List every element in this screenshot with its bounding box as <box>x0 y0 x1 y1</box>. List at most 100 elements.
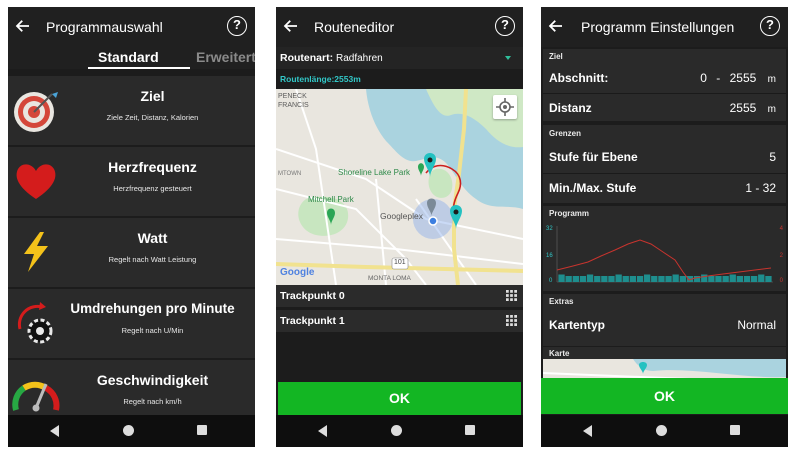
help-icon[interactable]: ? <box>760 16 780 36</box>
divider <box>543 93 786 94</box>
back-arrow-icon[interactable] <box>547 17 565 35</box>
profile-bar <box>615 274 622 282</box>
profile-bar <box>594 276 601 282</box>
distanz-label: Distanz <box>549 101 592 115</box>
section-header: Programm <box>549 209 590 218</box>
y-tick-left: 0 <box>549 278 553 284</box>
item-title: Umdrehungen pro Minute <box>70 301 235 316</box>
profile-bar <box>765 276 772 282</box>
program-profile-chart[interactable] <box>543 220 786 290</box>
stufe-ebene-value[interactable]: 5 <box>769 150 776 164</box>
section-extras: Extras Kartentyp Normal <box>543 294 786 346</box>
trackpoint-row[interactable]: Trackpunkt 0 <box>276 285 523 307</box>
tab-standard[interactable]: Standard <box>98 49 159 65</box>
nav-recents-icon[interactable] <box>197 425 207 435</box>
profile-bar <box>672 274 679 282</box>
divider <box>543 173 786 174</box>
page-title: Programm Einstellungen <box>581 19 735 35</box>
profile-bar <box>565 276 572 282</box>
distanz-unit: m <box>767 104 776 115</box>
profile-bar <box>736 276 743 282</box>
help-icon[interactable]: ? <box>495 16 515 36</box>
item-subtitle: Regelt nach U/Min <box>121 326 184 335</box>
page-title: Programmauswahl <box>46 19 163 35</box>
map-label-mtown: MTOWN <box>278 171 302 177</box>
distanz-number: 2555 <box>729 101 757 115</box>
help-icon[interactable]: ? <box>227 16 247 36</box>
profile-bar <box>651 276 658 282</box>
google-logo: Google <box>280 267 315 278</box>
program-item-herzfrequenz[interactable]: Herzfrequenz Herzfrequenz gesteuert <box>8 147 255 216</box>
trackpoint-row[interactable]: Trackpunkt 1 <box>276 310 523 332</box>
nav-home-icon[interactable] <box>123 425 134 436</box>
profile-bar <box>586 274 594 282</box>
y-tick-right: 4 <box>779 226 783 232</box>
dropdown-arrow-icon[interactable] <box>505 56 511 60</box>
map-label-mitchell: Mitchell Park <box>308 195 354 204</box>
profile-bar <box>608 276 615 282</box>
grid-icon[interactable] <box>506 315 517 326</box>
profile-bar <box>722 276 729 282</box>
y-tick-right: 0 <box>779 278 783 284</box>
my-location-button[interactable] <box>493 95 517 119</box>
item-subtitle: Herzfrequenz gesteuert <box>113 184 192 193</box>
section-header: Karte <box>549 349 570 358</box>
grid-icon[interactable] <box>506 290 517 301</box>
nav-home-icon[interactable] <box>391 425 402 436</box>
y-tick-left: 32 <box>546 226 553 232</box>
minmax-stufe-value[interactable]: 1 - 32 <box>745 181 776 195</box>
map-label-montaloma: MONTA LOMA <box>368 275 411 282</box>
tab-indicator <box>88 67 190 69</box>
back-arrow-icon[interactable] <box>14 17 32 35</box>
abschnitt-value[interactable]: 0 - 2555 m <box>700 71 776 85</box>
item-title: Geschwindigkeit <box>96 372 209 388</box>
route-type-label: Routenart: <box>280 52 334 64</box>
tab-erweitert[interactable]: Erweitert <box>196 49 255 65</box>
program-item-umdrehungen[interactable]: Umdrehungen pro Minute Regelt nach U/Min <box>8 289 255 358</box>
item-title: Ziel <box>140 88 165 104</box>
program-item-ziel[interactable]: Ziel Ziele Zeit, Distanz, Kalorien <box>8 76 255 145</box>
section-programm: Programm 32 16 0 4 2 0 <box>543 206 786 291</box>
locate-icon <box>496 98 514 116</box>
route-map[interactable]: PENECK FRANCIS MTOWN Shoreline Lake Park… <box>276 89 523 285</box>
abschnitt-from: 0 <box>700 71 707 85</box>
map-label-francis: FRANCIS <box>278 102 309 109</box>
profile-bar <box>558 274 565 282</box>
profile-bar <box>715 276 722 282</box>
profile-bar <box>758 274 765 282</box>
route-type-row[interactable]: Routenart: Radfahren <box>276 47 523 69</box>
nav-back-icon[interactable] <box>318 425 327 437</box>
program-item-watt[interactable]: Watt Regelt nach Watt Leistung <box>8 218 255 287</box>
tab-bar: Standard Erweitert <box>8 47 255 69</box>
section-karte: Karte <box>543 347 786 382</box>
item-subtitle: Regelt nach Watt Leistung <box>108 255 197 264</box>
nav-back-icon[interactable] <box>583 425 592 437</box>
back-arrow-icon[interactable] <box>282 17 300 35</box>
kartentyp-value[interactable]: Normal <box>737 318 776 332</box>
profile-bars <box>558 274 772 282</box>
route-length: Routenlänge:2553m <box>280 74 361 84</box>
item-title: Watt <box>137 230 168 246</box>
map-label-hwy-101: 101 <box>394 259 406 266</box>
ok-button[interactable]: OK <box>278 382 521 415</box>
distanz-value[interactable]: 2555 m <box>730 101 776 115</box>
system-nav-bar <box>541 415 788 447</box>
profile-bar <box>622 276 629 282</box>
nav-back-icon[interactable] <box>50 425 59 437</box>
profile-bar <box>658 276 665 282</box>
profile-line <box>556 239 772 281</box>
nav-recents-icon[interactable] <box>730 425 740 435</box>
system-nav-bar <box>8 415 255 447</box>
profile-bar <box>579 276 587 282</box>
map-label-googleplex: Googleplex <box>380 211 424 221</box>
minmax-stufe-label: Min./Max. Stufe <box>549 181 637 195</box>
section-ziel: Ziel Abschnitt: 0 - 2555 m Distanz 2555 … <box>543 49 786 121</box>
nav-home-icon[interactable] <box>656 425 667 436</box>
screen-routeneditor: Routeneditor ? Routenart: Radfahren Rout… <box>276 7 523 447</box>
profile-bar <box>572 276 579 282</box>
item-subtitle: Regelt nach km/h <box>123 397 182 406</box>
app-bar: Programm Einstellungen ? <box>541 7 788 47</box>
nav-recents-icon[interactable] <box>465 425 475 435</box>
system-nav-bar <box>276 415 523 447</box>
ok-button[interactable]: OK <box>541 378 788 414</box>
